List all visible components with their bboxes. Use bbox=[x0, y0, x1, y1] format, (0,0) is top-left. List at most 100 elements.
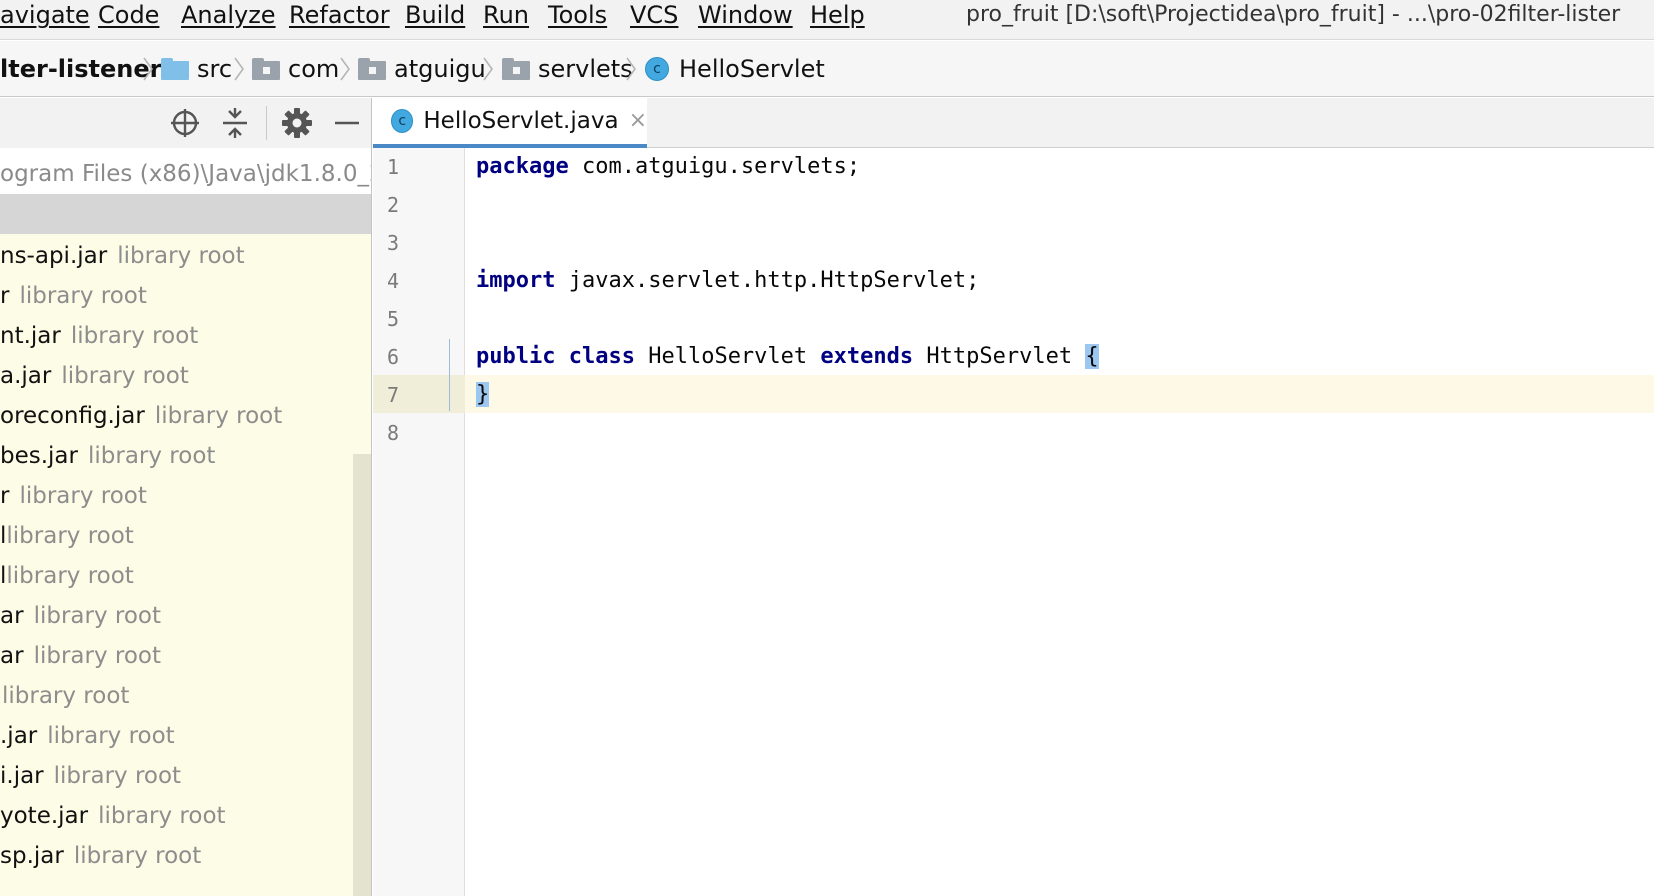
library-root-label: library root bbox=[61, 363, 189, 389]
library-root-label: library root bbox=[19, 483, 147, 509]
library-row[interactable]: ar library root bbox=[0, 596, 371, 636]
matched-brace: { bbox=[1085, 344, 1099, 369]
menu-analyze[interactable]: Analyze bbox=[181, 0, 276, 32]
project-panel: ogram Files (x86)\Java\jdk1.8.0_291 ns-a… bbox=[0, 98, 372, 896]
keyword: extends bbox=[820, 344, 914, 369]
chevron-right-icon bbox=[483, 57, 493, 81]
library-row[interactable]: a.jar library root bbox=[0, 356, 371, 396]
line-number: 6 bbox=[386, 345, 400, 369]
code-line-1: package com.atguigu.servlets; bbox=[476, 148, 860, 186]
collapse-all-icon[interactable] bbox=[218, 106, 252, 140]
library-root-label: library root bbox=[70, 323, 199, 349]
class-name: HelloServlet bbox=[648, 344, 808, 369]
line-number-gutter[interactable]: 1 2 3 4 5 6 7 8 bbox=[373, 148, 465, 896]
breadcrumb-servlets[interactable]: servlets bbox=[502, 41, 633, 97]
toolbar-divider bbox=[266, 106, 267, 140]
source-folder-icon bbox=[161, 58, 189, 80]
keyword: class bbox=[568, 344, 635, 369]
library-root-label: library root bbox=[33, 643, 161, 669]
library-root-label: library root bbox=[154, 403, 283, 429]
chevron-right-icon bbox=[143, 57, 153, 81]
code-line-4: import javax.servlet.http.HttpServlet; bbox=[476, 262, 979, 300]
line-number: 4 bbox=[386, 269, 400, 293]
package-folder-icon bbox=[358, 58, 386, 80]
breadcrumb-atguigu[interactable]: atguigu bbox=[358, 41, 486, 97]
library-root-label: library root bbox=[6, 523, 134, 549]
library-row[interactable]: sp.jar library root bbox=[0, 836, 371, 876]
library-row[interactable]: ar library root bbox=[0, 636, 371, 676]
library-root-label: library root bbox=[98, 803, 226, 829]
menu-refactor[interactable]: Refactor bbox=[289, 0, 390, 32]
menu-navigate[interactable]: avigate bbox=[0, 0, 90, 32]
menu-tools[interactable]: Tools bbox=[548, 0, 607, 32]
line-number: 2 bbox=[386, 193, 400, 217]
breadcrumb-module[interactable]: lter-listener bbox=[0, 41, 161, 97]
breadcrumb-servlets-label: servlets bbox=[538, 55, 633, 83]
java-class-icon: c bbox=[391, 109, 414, 133]
library-root-label: library root bbox=[73, 843, 202, 869]
code-line-7: } bbox=[476, 376, 490, 414]
menu-code[interactable]: Code bbox=[98, 0, 159, 32]
library-row[interactable]: oreconfig.jar library root bbox=[0, 396, 371, 436]
keyword: import bbox=[476, 268, 556, 293]
project-scrollbar[interactable] bbox=[353, 454, 371, 896]
locate-icon[interactable] bbox=[168, 106, 202, 140]
breadcrumb: lter-listener src com atguigu servlets c bbox=[0, 41, 1654, 97]
library-row[interactable]: r library root bbox=[0, 476, 371, 516]
breadcrumb-class-label: HelloServlet bbox=[679, 55, 825, 83]
library-row[interactable]: nt.jar library root bbox=[0, 316, 371, 356]
breadcrumb-class[interactable]: c HelloServlet bbox=[645, 41, 825, 97]
gear-icon[interactable] bbox=[280, 106, 314, 140]
sdk-path-row[interactable]: ogram Files (x86)\Java\jdk1.8.0_291 bbox=[0, 148, 371, 194]
line-number: 3 bbox=[386, 231, 400, 255]
library-row[interactable]: .jar library root bbox=[0, 716, 371, 756]
chevron-right-icon bbox=[234, 57, 244, 81]
code-text: com.atguigu.servlets; bbox=[568, 154, 861, 179]
breadcrumb-src[interactable]: src bbox=[161, 41, 232, 97]
breadcrumb-src-label: src bbox=[197, 55, 233, 83]
hide-icon[interactable] bbox=[330, 106, 364, 140]
library-name: oreconfig.jar bbox=[0, 403, 145, 429]
library-row[interactable]: llibrary root bbox=[0, 556, 371, 596]
library-name: a.jar bbox=[0, 363, 52, 389]
menu-build[interactable]: Build bbox=[405, 0, 465, 32]
menu-window[interactable]: Window bbox=[698, 0, 793, 32]
code-editor[interactable]: c HelloServlet.java × 1 2 3 4 5 6 7 8 pa… bbox=[373, 98, 1654, 896]
library-row[interactable]: ns-api.jar library root bbox=[0, 236, 371, 276]
library-root-label: library root bbox=[19, 283, 147, 309]
menu-bar: avigate Code Analyze Refactor Build Run … bbox=[0, 0, 1654, 40]
menu-help[interactable]: Help bbox=[810, 0, 865, 32]
library-row[interactable]: library root bbox=[0, 676, 371, 716]
library-name: ar bbox=[0, 603, 24, 629]
fold-indicator[interactable] bbox=[449, 339, 450, 411]
code-text: javax.servlet.http.HttpServlet; bbox=[555, 268, 980, 293]
keyword: public bbox=[476, 344, 556, 369]
library-name: sp.jar bbox=[0, 843, 64, 869]
library-name: ar bbox=[0, 643, 24, 669]
library-row[interactable]: bes.jar library root bbox=[0, 436, 371, 476]
line-number: 8 bbox=[386, 421, 400, 445]
library-name: r bbox=[0, 483, 10, 509]
line-number: 1 bbox=[386, 155, 400, 179]
selected-tree-row[interactable] bbox=[0, 194, 371, 234]
library-name: nt.jar bbox=[0, 323, 61, 349]
library-root-label: library root bbox=[47, 723, 175, 749]
library-name: .jar bbox=[0, 723, 38, 749]
menu-run[interactable]: Run bbox=[483, 0, 529, 32]
breadcrumb-com[interactable]: com bbox=[252, 41, 339, 97]
library-root-label: library root bbox=[117, 243, 245, 269]
menu-vcs[interactable]: VCS bbox=[630, 0, 678, 32]
chevron-right-icon bbox=[340, 57, 350, 81]
library-name: ns-api.jar bbox=[0, 243, 108, 269]
library-row[interactable]: llibrary root bbox=[0, 516, 371, 556]
tab-helloservlet-java[interactable]: c HelloServlet.java × bbox=[373, 98, 647, 148]
package-folder-icon bbox=[252, 58, 280, 80]
library-row[interactable]: yote.jar library root bbox=[0, 796, 371, 836]
library-row[interactable]: i.jar library root bbox=[0, 756, 371, 796]
breadcrumb-atguigu-label: atguigu bbox=[394, 55, 486, 83]
library-root-label: library root bbox=[53, 763, 182, 789]
close-icon[interactable]: × bbox=[629, 110, 647, 132]
library-row[interactable]: r library root bbox=[0, 276, 371, 316]
library-root-label: library root bbox=[33, 603, 161, 629]
breadcrumb-com-label: com bbox=[288, 55, 340, 83]
